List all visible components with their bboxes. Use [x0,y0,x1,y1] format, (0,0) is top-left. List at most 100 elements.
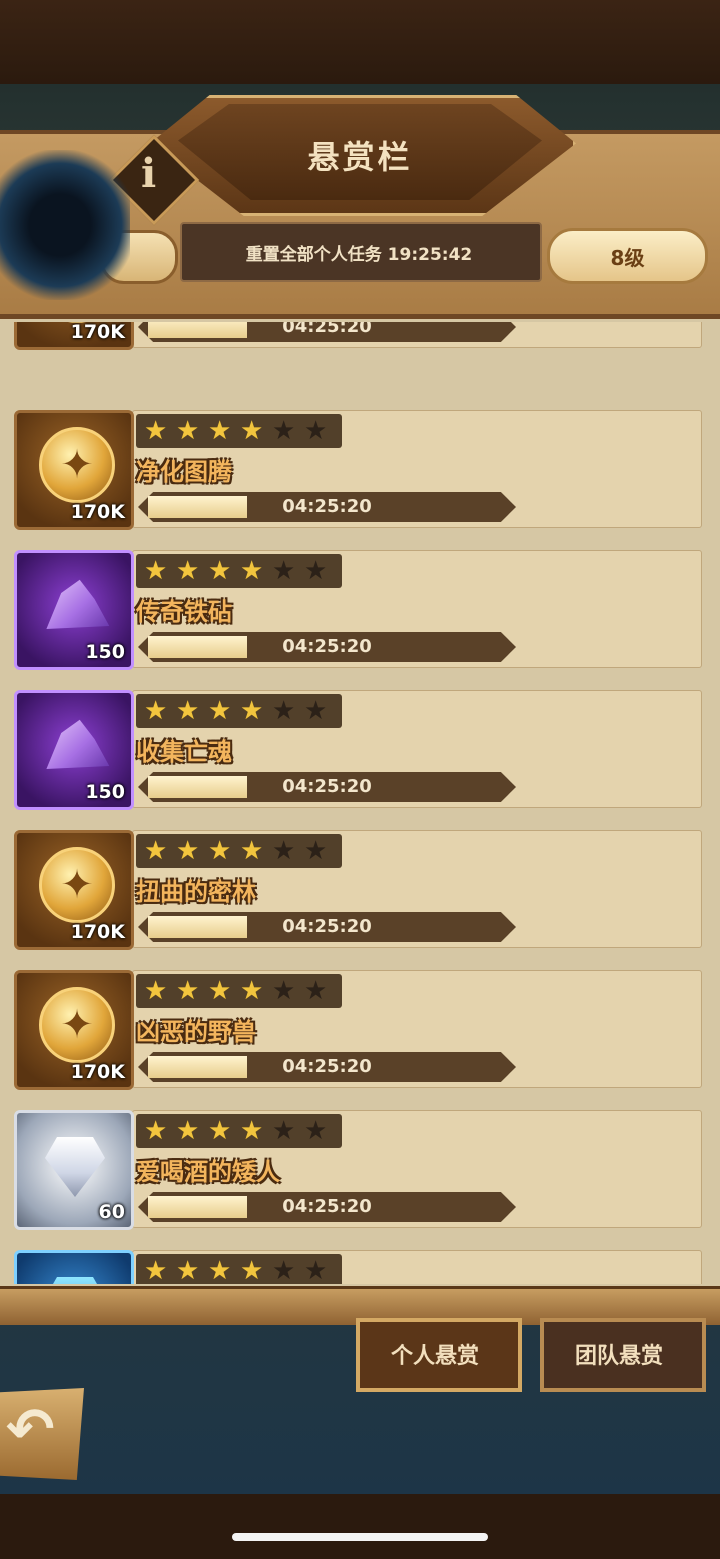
star-icon: ★ [240,416,264,446]
reward-item[interactable]: 150 [14,690,134,810]
star-icon: ★ [176,416,200,446]
reward-quantity: 150 [85,781,125,803]
star-icon: ★ [176,1256,200,1284]
reset-timer-label: 重置全部个人任务 19:25:42 [245,245,473,265]
star-icon: ★ [304,836,328,866]
level-label[interactable]: 8级 [547,242,708,271]
quest-timer: 04:25:20 [282,322,372,337]
quest-name: 传奇铁砧 [136,598,232,626]
star-icon: ★ [304,1116,328,1146]
compass-star-icon: ✦ [60,862,94,908]
star-icon: ★ [144,1256,168,1284]
quest-row[interactable]: ✦170K★★★★★★制服暗影恶魔04:25:20 [12,322,702,350]
star-rating: ★ ★ ★ ★ ★ ★ [136,554,342,588]
star-icon: ★ [144,696,168,726]
star-icon: ★ [208,416,232,446]
purple-ore-icon [46,579,110,629]
quest-name: 净化图腾 [136,458,232,486]
star-icon: ★ [240,1256,264,1284]
quest-row[interactable]: ✦ 170K ★ ★ ★ ★ ★ ★ 净化图腾 04:25:20 [12,410,702,530]
quest-name: 凶恶的野兽 [136,1018,256,1046]
star-icon: ★ [144,556,168,586]
star-icon: ★ [272,416,296,446]
back-arrow-icon[interactable]: ↶ [6,1395,55,1463]
star-rating: ★ ★ ★ ★ ★ ★ [136,414,342,448]
quest-timer: 04:25:20 [282,1056,372,1077]
blue-crystal-icon [45,1277,105,1284]
star-icon: ★ [176,1116,200,1146]
star-icon: ★ [272,1116,296,1146]
star-icon: ★ [176,976,200,1006]
star-icon: ★ [144,836,168,866]
star-icon: ★ [240,696,264,726]
quest-row[interactable]: ✦ 170K ★ ★ ★ ★ ★ ★ 凶恶的野兽 04:25:20 [12,970,702,1090]
star-icon: ★ [272,556,296,586]
star-icon: ★ [208,836,232,866]
quest-row[interactable]: 60 ★ ★ ★ ★ ★ ★ 爱喝酒的矮人 04:25:20 [12,1110,702,1230]
reward-quantity: 170K [70,501,125,523]
star-icon: ★ [304,696,328,726]
star-icon: ★ [304,976,328,1006]
quest-timer: 04:25:20 [282,636,372,657]
purple-ore-icon [46,719,110,769]
quest-row[interactable]: 150 ★ ★ ★ ★ ★ ★ 收集亡魂 04:25:20 [12,690,702,810]
star-icon: ★ [272,1256,296,1284]
star-rating: ★ ★ ★ ★ ★ ★ [136,974,342,1008]
star-icon: ★ [176,696,200,726]
reward-quantity: 170K [70,921,125,943]
star-icon: ★ [272,976,296,1006]
star-icon: ★ [304,416,328,446]
star-icon: ★ [240,1116,264,1146]
quest-list[interactable]: ✦170K★★★★★★制服暗影恶魔04:25:20 ✦ 170K ★ ★ ★ ★ ★ ★ 净化图腾… [0,322,720,1284]
reward-quantity: 150 [85,641,125,663]
quest-row[interactable]: ★ ★ ★ ★ ★ ★ [12,1250,702,1284]
quest-row[interactable]: ✦ 170K ★ ★ ★ ★ ★ ★ 扭曲的密林 04:25:20 [12,830,702,950]
reward-item[interactable]: ✦ 170K [14,830,134,950]
star-icon: ★ [144,1116,168,1146]
top-status-area [0,0,720,84]
diamond-icon [45,1137,105,1197]
blurred-avatar [0,150,130,300]
reward-item[interactable]: 150 [14,550,134,670]
info-icon[interactable]: i [141,150,156,197]
quest-timer: 04:25:20 [282,1196,372,1217]
quest-row[interactable]: 150 ★ ★ ★ ★ ★ ★ 传奇铁砧 04:25:20 [12,550,702,670]
star-icon: ★ [240,836,264,866]
star-icon: ★ [208,976,232,1006]
tab-personal-bounty-label[interactable]: 个人悬赏 [356,1338,514,1370]
star-icon: ★ [304,1256,328,1284]
reward-quantity: 170K [70,322,125,343]
star-icon: ★ [240,976,264,1006]
star-icon: ★ [208,696,232,726]
reward-item[interactable]: ✦ 170K [14,410,134,530]
quest-name: 扭曲的密林 [136,878,256,906]
reward-quantity: 60 [98,1201,125,1223]
reward-item[interactable]: ✦ 170K [14,970,134,1090]
reward-quantity: 170K [70,1061,125,1083]
star-rating: ★ ★ ★ ★ ★ ★ [136,834,342,868]
tab-team-bounty-label[interactable]: 团队悬赏 [540,1338,698,1370]
star-icon: ★ [240,556,264,586]
bottom-bar [0,1494,720,1559]
quest-timer: 04:25:20 [282,496,372,517]
star-icon: ★ [144,976,168,1006]
star-icon: ★ [208,556,232,586]
star-icon: ★ [272,696,296,726]
quest-timer: 04:25:20 [282,776,372,797]
reward-item[interactable]: 60 [14,1110,134,1230]
reward-item[interactable] [14,1250,134,1284]
star-icon: ★ [144,416,168,446]
quest-name: 爱喝酒的矮人 [136,1158,280,1186]
star-rating: ★ ★ ★ ★ ★ ★ [136,694,342,728]
home-indicator[interactable] [232,1533,488,1541]
star-icon: ★ [208,1116,232,1146]
star-icon: ★ [176,556,200,586]
compass-star-icon: ✦ [60,442,94,488]
reward-item[interactable]: ✦170K [14,322,134,350]
compass-star-icon: ✦ [60,1002,94,1048]
star-icon: ★ [272,836,296,866]
star-rating: ★ ★ ★ ★ ★ ★ [136,1114,342,1148]
star-rating: ★ ★ ★ ★ ★ ★ [136,1254,342,1284]
star-icon: ★ [208,1256,232,1284]
star-icon: ★ [304,556,328,586]
